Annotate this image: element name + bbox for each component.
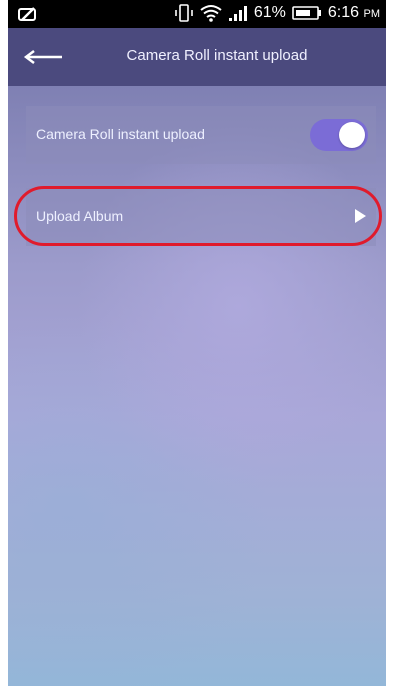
toggle-knob	[339, 122, 365, 148]
phone-screen: 61% 6:16 PM Camera Roll instant upload C…	[8, 0, 386, 686]
settings-content: Camera Roll instant upload Upload Album	[8, 86, 386, 686]
clock: 6:16 PM	[328, 4, 380, 22]
battery-percent: 61%	[253, 4, 286, 21]
battery-icon	[292, 6, 321, 20]
clock-suffix: PM	[363, 8, 381, 20]
page-title: Camera Roll instant upload	[126, 47, 308, 64]
vibrate-icon	[175, 4, 193, 22]
wifi-icon	[200, 5, 222, 22]
instant-upload-row[interactable]: Camera Roll instant upload	[26, 106, 376, 164]
chevron-right-icon	[355, 209, 366, 223]
status-right: 61% 6:16 PM	[174, 4, 380, 22]
status-bar: 61% 6:16 PM	[8, 0, 386, 28]
signal-icon	[228, 6, 247, 21]
app-bar: Camera Roll instant upload	[8, 28, 386, 86]
instant-upload-toggle[interactable]	[310, 119, 368, 151]
upload-album-row[interactable]: Upload Album	[26, 188, 376, 246]
upload-album-label: Upload Album	[36, 208, 124, 224]
back-arrow-icon	[23, 50, 62, 64]
edit-icon	[18, 7, 36, 21]
status-left	[18, 5, 38, 28]
clock-time: 6:16	[327, 4, 360, 21]
instant-upload-label: Camera Roll instant upload	[36, 126, 205, 142]
back-button[interactable]	[20, 44, 64, 70]
